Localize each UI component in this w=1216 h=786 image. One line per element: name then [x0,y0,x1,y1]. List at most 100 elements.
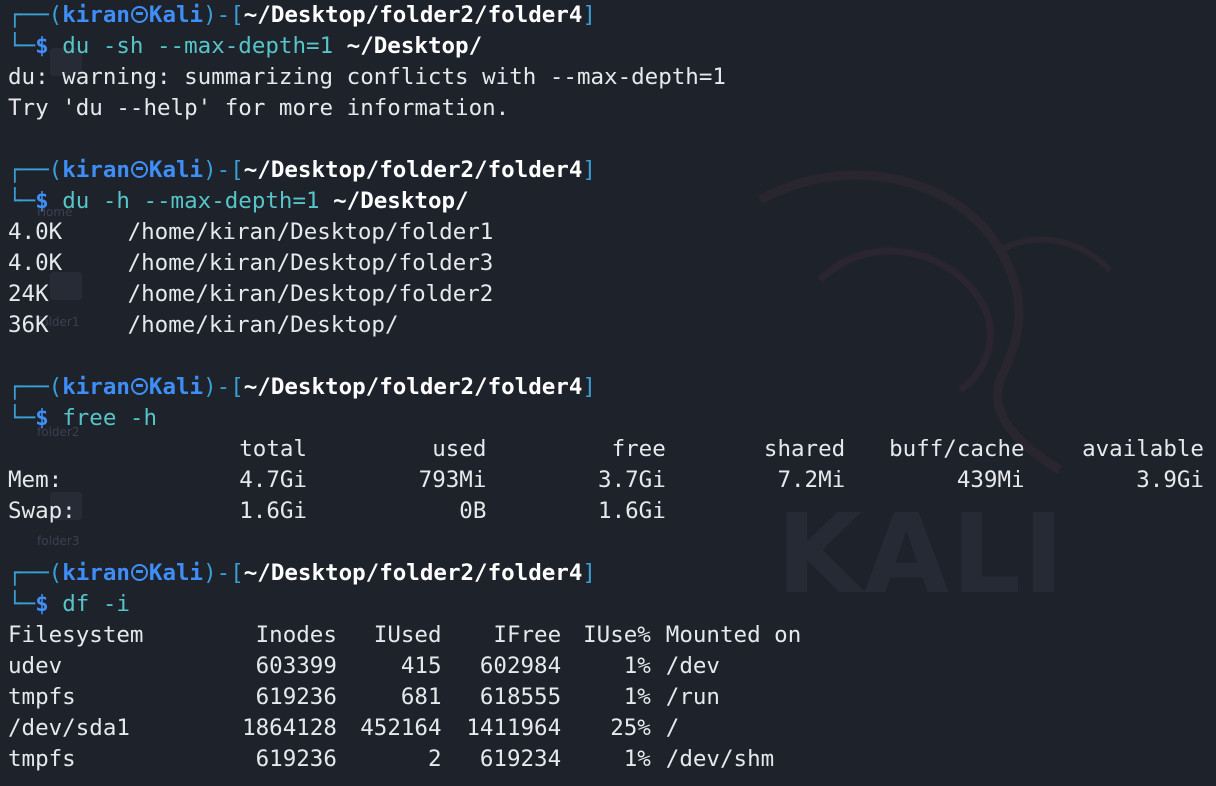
prompt-cwd: ~/Desktop/folder2/folder4 [243,2,583,28]
prompt-dollar: $ [35,33,49,59]
df-header: IUsed [373,622,442,648]
free-value: 1.6Gi [239,498,307,524]
df-cell: 603399 [255,653,337,679]
prompt-frame: )-[ [203,2,244,28]
df-cell: 1864128 [242,715,337,741]
df-cell: 25% [610,715,651,741]
prompt-command-line: └─$ du -sh --max-depth=1 ~/Desktop/ [8,31,726,62]
free-header: shared [763,436,846,462]
free-row: Swap: 1.6Gi 0B 1.6Gi [8,496,726,527]
free-header: total [239,436,307,462]
free-header: used [432,436,487,462]
prompt-header: ┌──(kiran Kali)-[~/Desktop/folder2/folder… [8,155,726,186]
df-cell: 2 [427,746,442,772]
free-header: buff/cache [889,436,1025,462]
prompt-command-line: └─$ df -i [8,589,726,620]
kali-watermark-logo: KALI [776,490,1066,618]
terminal-output[interactable]: ┌──(kiran Kali)-[~/Desktop/folder2/folder… [8,0,1204,775]
prompt-command-line: └─$ du -h --max-depth=1 ~/Desktop/ [8,186,726,217]
prompt-dollar: $ [35,591,49,617]
df-row: /dev/sda1 1864128 452164 1411964 25% / [8,713,726,744]
free-value: 1.6Gi [598,498,666,524]
df-cell: 452164 [360,715,442,741]
prompt-frame: ┌──( [8,560,63,586]
du-row: 24K/home/kiran/Desktop/folder2 [8,279,726,310]
df-header-row: Filesystem Inodes IUsed IFree IUse% Mounted o… [8,620,801,651]
prompt-corner: └─ [8,33,36,59]
df-header: IFree [493,622,562,648]
kali-skull-icon [130,161,148,178]
du-path: /home/kiran/Desktop/folder3 [127,250,494,276]
output-text: du: warning: summarizing conflicts with … [8,64,726,90]
free-value: 4.7Gi [239,467,307,493]
df-cell: 681 [400,684,442,710]
du-path: /home/kiran/Desktop/ [127,312,399,338]
prompt-frame: ] [582,560,596,586]
prompt-dollar: $ [35,405,49,431]
free-header: free [611,436,666,462]
free-value: 3.7Gi [598,467,666,493]
df-cell: /dev/shm [665,746,775,772]
prompt-header: ┌──(kiran Kali)-[~/Desktop/folder2/folder… [8,558,726,589]
du-size: 36K [8,312,49,338]
df-header: Mounted on [665,622,802,648]
df-header: Inodes [255,622,337,648]
free-value: 793Mi [418,467,487,493]
df-cell: 415 [400,653,442,679]
du-size: 24K [8,281,49,307]
prompt-dollar: $ [35,188,49,214]
free-value: 439Mi [956,467,1025,493]
prompt-cwd: ~/Desktop/folder2/folder4 [243,560,583,586]
command-text: free -h [62,405,158,431]
prompt-frame: ┌──( [8,2,63,28]
df-cell: 1% [623,684,651,710]
output-text: Try 'du --help' for more information. [8,95,510,121]
du-size: 4.0K [8,250,63,276]
prompt-frame: ] [582,2,596,28]
prompt-frame: ] [582,374,596,400]
prompt-frame: )-[ [203,374,244,400]
prompt-hostname: Kali [148,157,204,183]
kali-skull-icon [130,6,148,23]
df-cell: 619234 [479,746,562,772]
df-cell: 1411964 [466,715,562,741]
prompt-cwd: ~/Desktop/folder2/folder4 [243,374,583,400]
prompt-command-line: └─$ free -h [8,403,726,434]
free-value: 7.2Mi [777,467,846,493]
command-text: du -h --max-depth=1 [62,188,320,214]
command-argument: ~/Desktop/ [346,33,483,59]
du-size: 4.0K [8,219,63,245]
prompt-username: kiran [62,560,130,586]
prompt-corner: └─ [8,405,36,431]
free-row: Mem: 4.7Gi 793Mi 3.7Gi 7.2Mi 439Mi 3.9Gi [8,465,1204,496]
df-cell: tmpfs [8,684,76,710]
du-row: 4.0K/home/kiran/Desktop/folder1 [8,217,726,248]
du-row: 4.0K/home/kiran/Desktop/folder3 [8,248,726,279]
kali-skull-icon [130,378,148,395]
df-cell: /run [665,684,720,710]
prompt-username: kiran [62,374,130,400]
df-row: tmpfs 619236 2 619234 1% /dev/shm [8,744,774,775]
df-row: udev 603399 415 602984 1% /dev [8,651,726,682]
prompt-frame: ] [582,157,596,183]
prompt-corner: └─ [8,591,36,617]
free-row-label: Mem: [8,467,63,493]
free-row-label: Swap: [8,498,76,524]
prompt-username: kiran [62,2,130,28]
kali-skull-icon [130,564,148,581]
du-row: 36K/home/kiran/Desktop/ [8,310,726,341]
free-value: 0B [459,498,487,524]
prompt-header: ┌──(kiran Kali)-[~/Desktop/folder2/folder… [8,372,726,403]
df-cell: 619236 [255,746,337,772]
du-path: /home/kiran/Desktop/folder1 [127,219,494,245]
prompt-hostname: Kali [148,374,204,400]
df-header: Filesystem [8,622,144,648]
df-cell: 602984 [479,653,562,679]
